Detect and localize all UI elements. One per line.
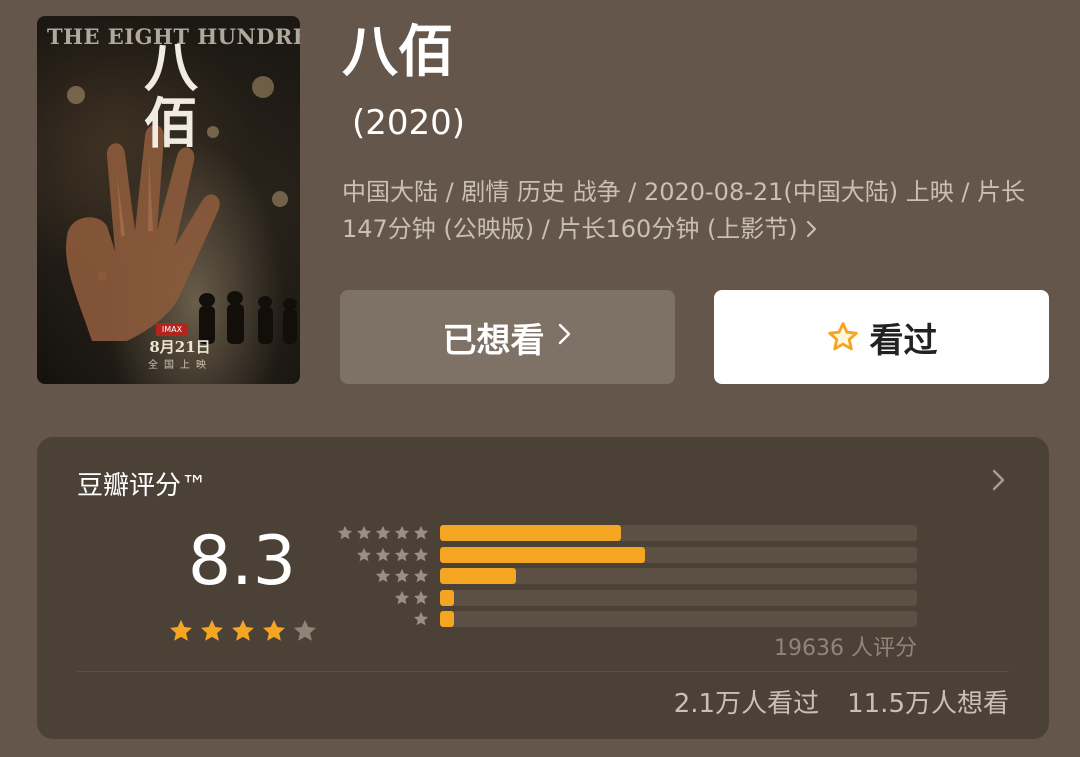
chevron-right-icon: [805, 215, 819, 243]
distribution-star-label: [374, 567, 430, 585]
poster-date: 8月21日: [149, 338, 211, 356]
movie-poster[interactable]: THE EIGHT HUNDRED 八佰 IMAX 8月21日 全国上映: [37, 16, 300, 384]
star-icon: [375, 568, 391, 583]
distribution-bar-3-star: [440, 568, 517, 584]
rating-count: 19636 人评分: [774, 636, 917, 661]
star-filled-icon: [263, 619, 285, 641]
poster-chinese-title: 八佰: [144, 36, 198, 155]
chevron-right-icon[interactable]: [991, 467, 1007, 497]
watched-label: 看过: [869, 320, 938, 361]
star-icon: [356, 525, 372, 540]
distribution-bar-track: [440, 611, 917, 627]
movie-title: 八佰: [342, 20, 454, 85]
audience-stats: 2.1万人看过 11.5万人想看: [674, 683, 1009, 720]
distribution-star-label: [355, 546, 430, 564]
star-icon: [356, 547, 372, 561]
star-icon: [375, 547, 391, 561]
distribution-bar-1-star: [440, 611, 455, 627]
distribution-bar-track: [440, 568, 917, 584]
star-filled-icon: [170, 619, 192, 641]
star-empty-icon: [294, 619, 316, 641]
want-to-watch-button[interactable]: 已想看: [340, 290, 675, 384]
star-icon: [394, 525, 410, 540]
star-icon: [394, 590, 410, 604]
poster-tag: IMAX: [156, 323, 188, 336]
distribution-bar-track: [440, 589, 917, 606]
star-icon: [413, 590, 429, 604]
want-count: 11.5万人想看: [847, 689, 1009, 719]
movie-meta-text: 中国大陆 / 剧情 历史 战争 / 2020-08-21(中国大陆) 上映 / …: [342, 178, 1026, 243]
distribution-star-label: [336, 524, 430, 542]
rating-stars: [167, 617, 319, 645]
poster-bokeh: [272, 191, 288, 207]
star-outline-icon: [827, 322, 858, 351]
rating-card-title: 豆瓣评分™: [77, 471, 208, 501]
distribution-bar-2-star: [440, 589, 455, 606]
watched-button[interactable]: 看过: [714, 290, 1049, 384]
movie-year: (2020): [352, 103, 466, 143]
chevron-right-icon: [557, 320, 573, 355]
rating-score: 8.3: [187, 522, 297, 601]
divider: [77, 671, 1009, 672]
distribution-bar-4-star: [440, 546, 646, 563]
poster-bokeh: [67, 86, 85, 104]
star-icon: [394, 568, 410, 583]
distribution-star-label: [412, 610, 430, 628]
douban-rating-card[interactable]: 豆瓣评分™ 8.3 19636 人评分 2.1万人看过 11.5万人想看: [37, 437, 1049, 739]
distribution-bar-track: [440, 546, 917, 563]
star-icon: [413, 547, 429, 561]
want-to-watch-label: 已想看: [442, 320, 545, 361]
movie-meta[interactable]: 中国大陆 / 剧情 历史 战争 / 2020-08-21(中国大陆) 上映 / …: [342, 174, 1062, 248]
distribution-star-label: [393, 589, 430, 607]
star-filled-icon: [232, 619, 254, 641]
star-icon: [413, 568, 429, 583]
star-icon: [413, 611, 429, 626]
star-icon: [337, 525, 353, 540]
watched-count: 2.1万人看过: [673, 689, 820, 719]
star-icon: [375, 525, 391, 540]
star-icon: [413, 525, 429, 540]
star-filled-icon: [201, 619, 223, 641]
star-icon: [394, 547, 410, 561]
distribution-bar-5-star: [440, 525, 622, 541]
distribution-bar-track: [440, 525, 917, 541]
poster-bokeh: [252, 76, 274, 98]
poster-release: 全国上映: [148, 360, 212, 371]
